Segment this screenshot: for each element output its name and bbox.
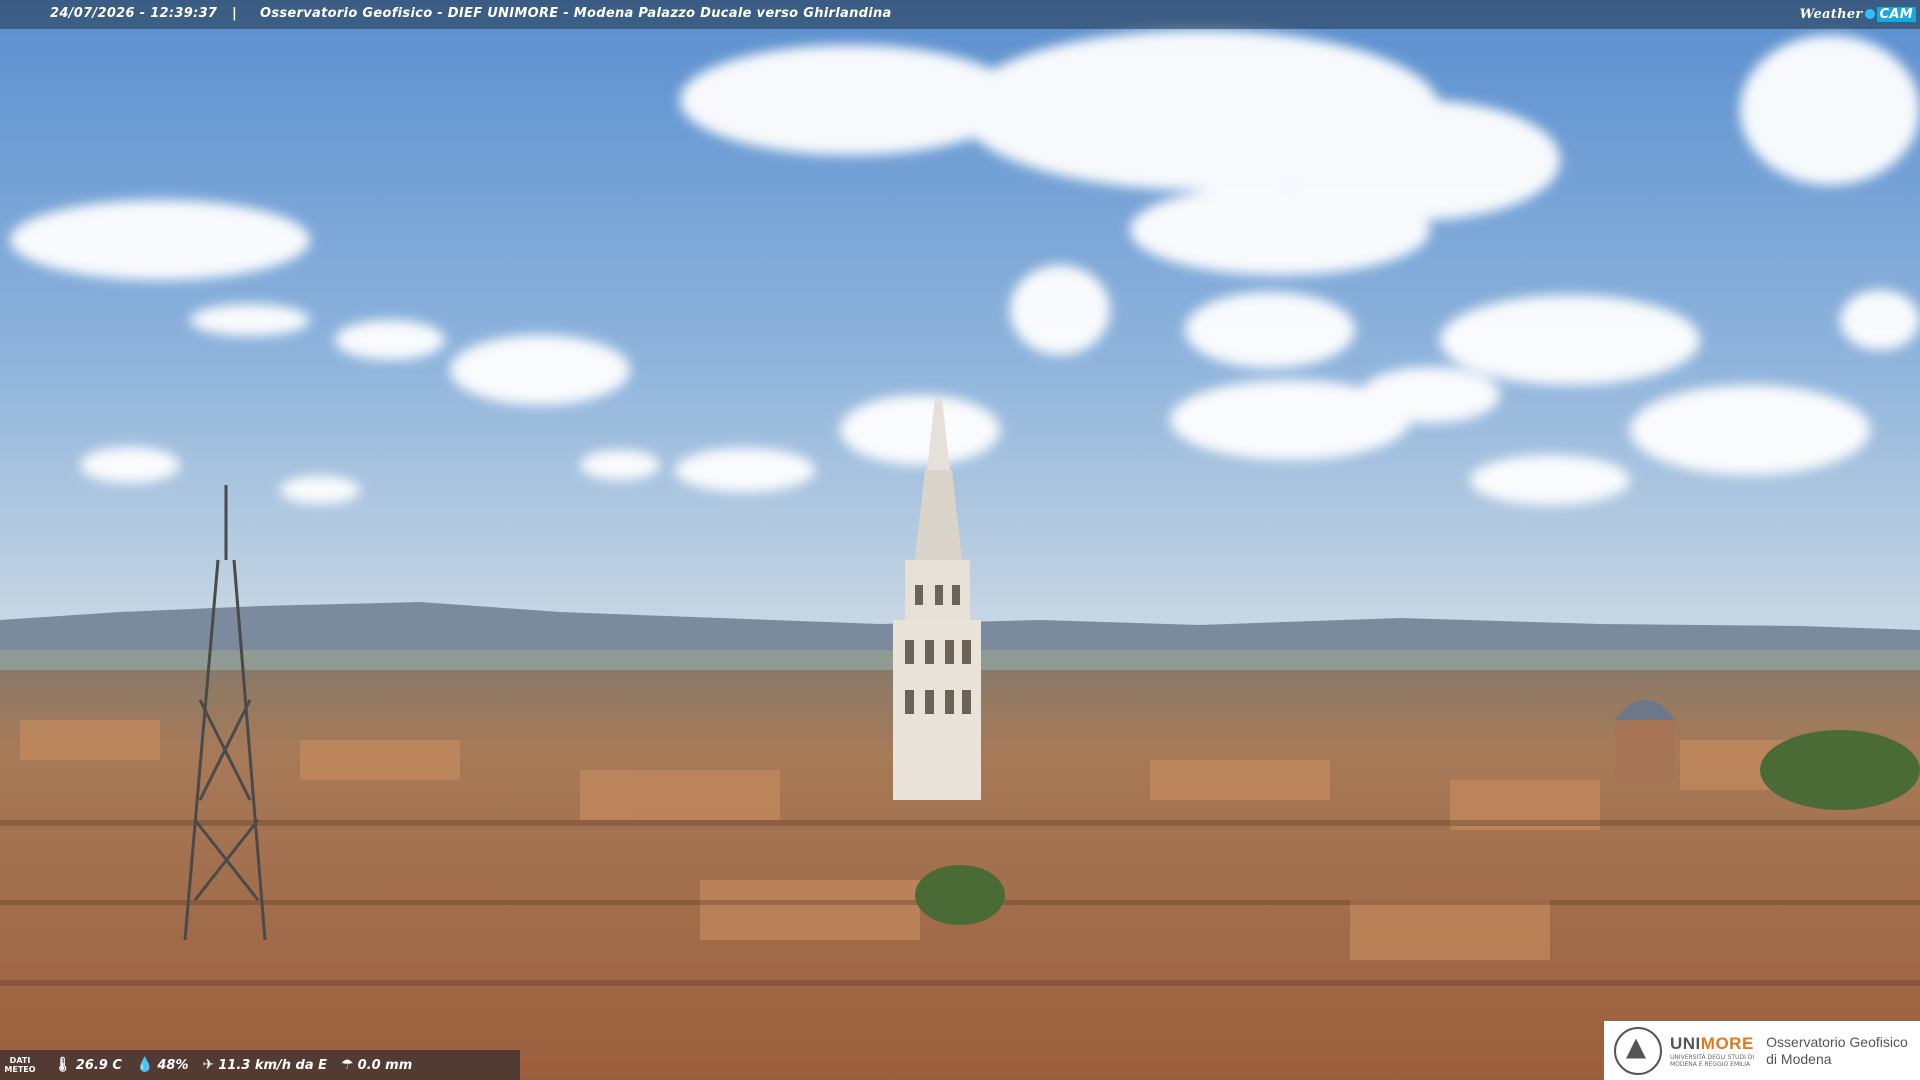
webcam-photo <box>0 0 1920 1080</box>
camera-title: Osservatorio Geofisico - DIEF UNIMORE - … <box>260 6 892 21</box>
rain-reading: ☂ 0.0 mm <box>341 1057 413 1073</box>
wind-reading: ✈ 11.3 km/h da E <box>202 1057 328 1073</box>
humidity-reading: 💧 48% <box>135 1057 189 1073</box>
globe-icon <box>1864 9 1875 19</box>
meteo-label: DATI METEO <box>4 1056 36 1074</box>
unimore-logo: UNIMORE UNIVERSITÀ DEGLI STUDI DI MODENA… <box>1604 1021 1920 1080</box>
temperature-reading: 🌡 26.9 C <box>54 1057 122 1073</box>
rain-icon: ☂ <box>341 1057 354 1073</box>
overlay-header: 24/07/2026 - 12:39:37 | Osservatorio Geo… <box>0 0 1920 29</box>
weathercam-logo: Weather CAM <box>1800 3 1916 25</box>
meteo-data-bar: DATI METEO 🌡 26.9 C 💧 48% ✈ 11.3 km/h da… <box>0 1050 520 1080</box>
timestamp: 24/07/2026 - 12:39:37 <box>50 6 218 21</box>
humidity-icon: 💧 <box>135 1057 154 1073</box>
wind-icon: ✈ <box>202 1057 215 1073</box>
thermometer-icon: 🌡 <box>54 1057 72 1073</box>
header-separator: | <box>232 6 238 21</box>
university-seal-icon <box>1614 1026 1662 1075</box>
trees <box>1760 730 1920 810</box>
observatory-name: Osservatorio Geofisico di Modena <box>1766 1033 1908 1067</box>
